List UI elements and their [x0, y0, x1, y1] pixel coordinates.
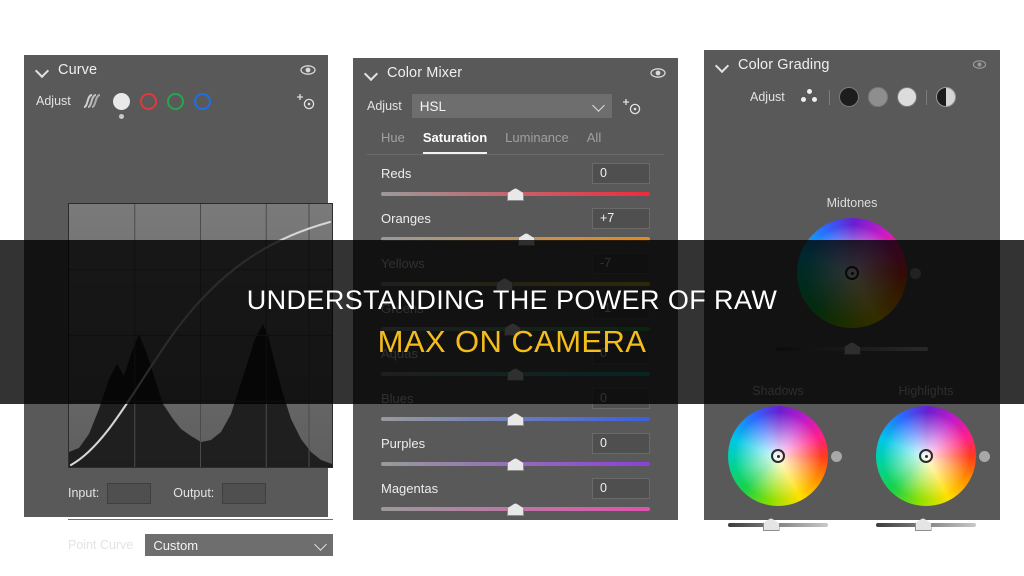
- slider-value-field[interactable]: 0: [592, 162, 650, 184]
- red-channel-button[interactable]: [139, 92, 157, 110]
- slider-value-field[interactable]: 0: [592, 477, 650, 499]
- slider-label: Oranges: [381, 210, 431, 226]
- shadows-saturation-handle[interactable]: [831, 451, 842, 462]
- slider-thumb[interactable]: [762, 518, 780, 531]
- slider-thumb[interactable]: [914, 518, 932, 531]
- tab-luminance[interactable]: Luminance: [505, 130, 569, 154]
- midtones-icon[interactable]: [867, 87, 888, 107]
- slider-reds: Reds 0: [381, 161, 650, 201]
- point-curve-value: Custom: [153, 537, 199, 553]
- grading-adjust-row: Adjust: [704, 80, 1000, 114]
- slider-label: Magentas: [381, 480, 439, 496]
- slider-magentas: Magentas 0: [381, 476, 650, 516]
- tab-saturation[interactable]: Saturation: [422, 130, 488, 154]
- highlights-icon[interactable]: [896, 87, 917, 107]
- overlay-subheadline: MAX ON CAMERA: [377, 323, 647, 359]
- overlay-headline: UNDERSTANDING THE POWER OF RAW: [246, 284, 778, 315]
- slider-thumb[interactable]: [507, 503, 524, 516]
- wheel-center-handle[interactable]: [771, 449, 785, 463]
- shadows-highlights-row: Shadows Highlights: [704, 384, 1000, 532]
- slider-value-field[interactable]: 0: [592, 432, 650, 454]
- input-label: Input:: [68, 486, 100, 500]
- color-mixer-header[interactable]: Color Mixer: [353, 58, 678, 88]
- mixer-mode-value: HSL: [419, 98, 447, 114]
- mixer-adjust-row: Adjust HSL: [353, 88, 678, 124]
- slider-control[interactable]: [381, 187, 650, 201]
- eye-icon[interactable]: [300, 62, 316, 78]
- tab-hue[interactable]: Hue: [381, 130, 405, 154]
- curve-panel-header[interactable]: Curve: [24, 55, 328, 85]
- curve-adjust-row: Adjust: [24, 85, 328, 119]
- panel-title: Curve: [58, 62, 98, 78]
- slider-control[interactable]: [381, 502, 650, 516]
- slider-label: Purples: [381, 435, 426, 451]
- title-overlay-banner: UNDERSTANDING THE POWER OF RAW MAX ON CA…: [0, 240, 1024, 404]
- shadows-icon[interactable]: [838, 87, 859, 107]
- slider-thumb[interactable]: [507, 458, 524, 471]
- output-label: Output:: [173, 486, 215, 500]
- mixer-mode-select[interactable]: HSL: [411, 94, 612, 118]
- slider-control[interactable]: [381, 457, 650, 471]
- input-field[interactable]: [107, 482, 152, 504]
- gradient-icon[interactable]: [81, 93, 103, 109]
- chevron-down-icon[interactable]: [365, 66, 379, 80]
- targeted-adjustment-icon[interactable]: [622, 96, 642, 116]
- slider-purples: Purples 0: [381, 431, 650, 471]
- highlights-saturation-handle[interactable]: [979, 451, 990, 462]
- chevron-down-icon[interactable]: [716, 58, 730, 72]
- chevron-down-icon: [314, 538, 327, 551]
- chevron-down-icon: [591, 99, 605, 112]
- three-way-icon[interactable]: [799, 88, 820, 106]
- slider-label: Reds: [381, 165, 412, 181]
- point-curve-label: Point Curve: [68, 538, 134, 552]
- screenshot-canvas: Curve Adjust Input: Output: Point Curve …: [0, 0, 1024, 576]
- global-icon[interactable]: [935, 87, 956, 107]
- divider: [925, 89, 927, 105]
- rgb-channel-button[interactable]: [112, 92, 130, 119]
- green-channel-button[interactable]: [166, 92, 184, 110]
- curve-divider: [68, 519, 333, 520]
- shadows-luminance-slider[interactable]: [728, 518, 828, 532]
- targeted-adjustment-icon[interactable]: [296, 91, 316, 111]
- grading-adjust-label: Adjust: [750, 90, 785, 104]
- slider-value-field[interactable]: +7: [592, 207, 650, 229]
- panel-title: Color Grading: [738, 57, 830, 73]
- shadows-wheel-group: Shadows: [704, 384, 852, 532]
- highlights-luminance-slider[interactable]: [876, 518, 976, 532]
- divider: [828, 89, 830, 105]
- chevron-down-icon[interactable]: [36, 63, 50, 77]
- wheel-label-midtones: Midtones: [826, 196, 878, 210]
- point-curve-row: Point Curve Custom: [68, 533, 333, 557]
- highlights-wheel-group: Highlights: [852, 384, 1000, 532]
- eye-icon[interactable]: [650, 65, 666, 81]
- slider-thumb[interactable]: [507, 188, 524, 201]
- eye-icon[interactable]: [972, 57, 988, 73]
- highlights-color-wheel[interactable]: [876, 406, 976, 506]
- tab-all[interactable]: All: [587, 130, 601, 154]
- curve-input-output-row: Input: Output:: [68, 480, 333, 506]
- color-grading-header[interactable]: Color Grading: [704, 50, 1000, 80]
- mixer-tabs: Hue Saturation Luminance All: [353, 124, 678, 154]
- blue-channel-button[interactable]: [193, 92, 211, 110]
- panel-title: Color Mixer: [387, 65, 463, 81]
- mixer-adjust-label: Adjust: [367, 99, 402, 113]
- slider-control[interactable]: [381, 412, 650, 426]
- output-field[interactable]: [222, 482, 267, 504]
- shadows-color-wheel[interactable]: [728, 406, 828, 506]
- curve-adjust-label: Adjust: [36, 94, 71, 108]
- point-curve-select[interactable]: Custom: [145, 534, 333, 556]
- wheel-center-handle[interactable]: [919, 449, 933, 463]
- slider-thumb[interactable]: [507, 413, 524, 426]
